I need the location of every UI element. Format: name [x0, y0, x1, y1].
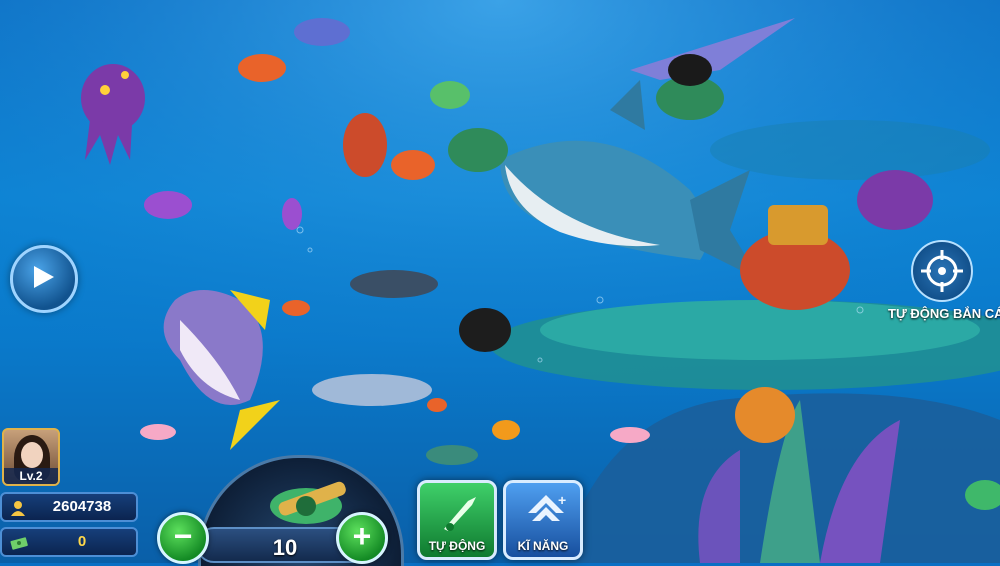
- decrease-bet-button[interactable]: −: [157, 512, 209, 564]
- cash-balance: 0: [0, 527, 138, 557]
- play-icon: [34, 266, 54, 288]
- auto-fire-label: TỰ ĐỘNG BẮN CÁ: [888, 306, 1000, 321]
- auto-fire-ring: [911, 240, 973, 302]
- torpedo-icon: [444, 497, 476, 531]
- avatar-face: [21, 442, 43, 468]
- level-badge: Lv.2: [4, 468, 58, 484]
- auto-fire-button[interactable]: TỰ ĐỘNG BẮN CÁ: [888, 240, 1000, 321]
- skill-arrow-icon: +: [528, 492, 566, 521]
- play-button[interactable]: [10, 245, 78, 313]
- minus-icon: −: [173, 518, 193, 554]
- coin-value: 2604738: [52, 498, 112, 515]
- plus-icon: +: [352, 518, 372, 554]
- cash-icon: [10, 537, 28, 550]
- coin-balance: 2604738: [0, 492, 138, 522]
- avatar[interactable]: Lv.2: [2, 428, 60, 486]
- increase-bet-button[interactable]: +: [336, 512, 388, 564]
- crosshair-icon: [921, 250, 963, 292]
- auto-button[interactable]: TỰ ĐỘNG: [417, 480, 497, 560]
- auto-button-label: TỰ ĐỘNG: [428, 539, 486, 553]
- svg-text:+: +: [558, 492, 566, 508]
- ocean-scene: [0, 0, 1000, 563]
- skill-button[interactable]: + KĨ NĂNG: [503, 480, 583, 560]
- cash-value: 0: [77, 533, 87, 550]
- skill-button-label: KĨ NĂNG: [517, 539, 569, 553]
- user-icon: [11, 501, 25, 516]
